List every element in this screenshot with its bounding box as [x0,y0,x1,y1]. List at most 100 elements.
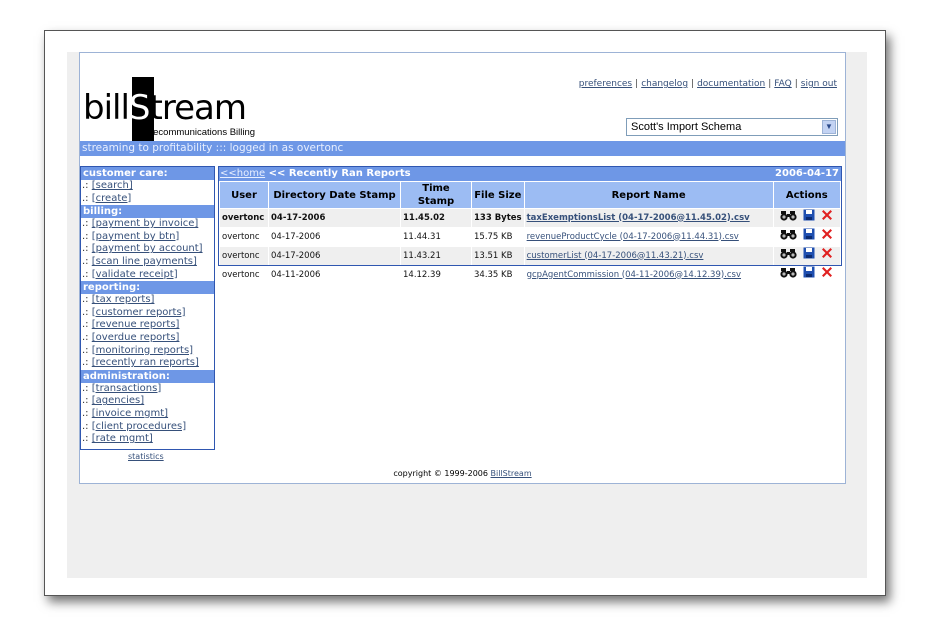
sidebar-item-prefix: .: [82,344,89,356]
faq-link[interactable]: FAQ [774,79,791,89]
column-header-time-stamp: Time Stamp [401,182,471,208]
logo-text-part: bill [83,88,130,128]
delete-icon[interactable] [821,247,833,265]
sidebar-link[interactable]: [customer reports] [92,307,186,318]
panel-header: <<home << Recently Ran Reports 2006-04-1… [219,167,841,181]
link-separator: | [635,79,639,89]
sidebar-item-prefix: .: [82,357,89,369]
preferences-link[interactable]: preferences [579,79,632,89]
cell-report-name: customerList (04-17-2006@11.43.21).csv [524,247,773,265]
sidebar-item-prefix: .: [82,433,89,445]
column-header-directory-date: Directory Date Stamp [269,182,400,208]
sidebar-item: .: [transactions] [81,383,214,396]
sidebar-link[interactable]: [payment by account] [92,243,203,254]
binoculars-icon[interactable] [780,247,797,265]
sidebar-link[interactable]: [overdue reports] [92,332,180,343]
delete-icon[interactable] [821,266,833,284]
cell-report-name: taxExemptionsList (04-17-2006@11.45.02).… [524,209,773,227]
schema-select[interactable]: Scott's Import Schema ▼ [626,118,838,136]
table-header-row: User Directory Date Stamp Time Stamp Fil… [220,182,840,208]
copyright-footer: copyright © 1999-2006 BillStream [80,469,845,478]
binoculars-icon[interactable] [780,228,797,246]
reports-table-body: overtonc 04-17-2006 11.45.02 133 Bytes taxEx… [220,209,840,284]
panel-date: 2006-04-17 [775,168,839,179]
link-separator: | [768,79,772,89]
sidebar-item-prefix: .: [82,294,89,306]
sidebar-item-prefix: .: [82,319,89,331]
changelog-link[interactable]: changelog [641,79,688,89]
logo-wordmark: billStream [83,88,247,128]
binoculars-icon[interactable] [780,209,797,227]
delete-icon[interactable] [821,209,833,227]
logo-text-s: S [128,88,151,128]
sidebar-item: .: [invoice mgmt] [81,408,214,421]
report-file-link[interactable]: customerList (04-17-2006@11.43.21).csv [527,251,704,261]
sidebar-link[interactable]: [search] [92,180,133,191]
sidebar-item: .: [revenue reports] [81,319,214,332]
table-row: overtonc 04-17-2006 11.43.21 13.51 KB custom… [220,247,840,265]
sidebar-item: .: [customer reports] [81,307,214,320]
column-header-file-size: File Size [472,182,524,208]
table-row: overtonc 04-17-2006 11.45.02 133 Bytes taxEx… [220,209,840,227]
sidebar-link[interactable]: [tax reports] [92,294,155,305]
save-icon[interactable] [803,266,815,284]
chevron-down-icon[interactable]: ▼ [822,120,836,134]
sidebar-link[interactable]: [scan line payments] [92,256,197,267]
sidebar-link[interactable]: [rate mgmt] [92,433,153,444]
billstream-link[interactable]: BillStream [491,469,532,478]
sign-out-link[interactable]: sign out [801,79,837,89]
link-separator: | [691,79,695,89]
reports-table: User Directory Date Stamp Time Stamp Fil… [219,181,841,285]
tagline-bar: streaming to profitability ::: logged in… [80,141,845,156]
cell-file-size: 34.35 KB [474,269,513,280]
save-icon[interactable] [803,247,815,265]
top-links: preferences | changelog | documentation | FAQ |… [579,79,837,89]
report-file-link[interactable]: revenueProductCycle (04-17-2006@11.44.31… [527,232,739,242]
sidebar-item: .: [agencies] [81,395,214,408]
sidebar-item-prefix: .: [82,243,89,255]
sidebar-item: .: [recently ran reports] [81,357,214,370]
sidebar-item-prefix: .: [82,268,89,280]
sidebar-link[interactable]: [payment by btn] [92,231,180,242]
sidebar-link[interactable]: [monitoring reports] [92,345,193,356]
sidebar-link[interactable]: [agencies] [92,395,144,406]
sidebar-section-title: billing: [81,205,214,219]
column-header-actions: Actions [773,182,840,208]
save-icon[interactable] [803,209,815,227]
sidebar-item-prefix: .: [82,180,89,191]
sidebar-link[interactable]: [revenue reports] [92,319,180,330]
cell-directory-date: 04-17-2006 [269,209,400,227]
cell-user: overtonc [222,231,260,242]
sidebar-item-prefix: .: [82,407,89,419]
sidebar-link[interactable]: [recently ran reports] [92,357,199,368]
sidebar-link[interactable]: [invoice mgmt] [92,408,168,419]
sidebar-item: .: [client procedures] [81,421,214,434]
cell-directory-date: 04-11-2006 [271,269,321,280]
logo-text-part: tream [149,88,247,128]
sidebar-link[interactable]: [payment by invoice] [92,218,199,229]
screenshot-frame: billStream Telecommunications Billing pr… [44,30,886,596]
sidebar-link[interactable]: [create] [92,193,132,204]
cell-directory-date: 04-17-2006 [271,231,321,242]
sidebar-link[interactable]: [transactions] [92,383,162,394]
sidebar-item: .: [scan line payments] [81,256,214,269]
report-file-link[interactable]: gcpAgentCommission (04-11-2006@14.12.39)… [527,270,741,280]
app-window: billStream Telecommunications Billing pr… [79,52,846,484]
cell-file-size: 13.51 KB [472,247,524,265]
delete-icon[interactable] [821,228,833,246]
save-icon[interactable] [803,228,815,246]
sidebar-link[interactable]: [validate receipt] [92,269,178,280]
cell-user: overtonc [220,209,268,227]
copyright-text: copyright © 1999-2006 [393,469,488,478]
cell-actions [774,266,840,284]
documentation-link[interactable]: documentation [697,79,765,89]
report-file-link[interactable]: taxExemptionsList (04-17-2006@11.45.02).… [527,213,750,223]
statistics-link[interactable]: statistics [128,452,164,461]
home-link[interactable]: <<home [220,168,265,179]
logo-subtitle: Telecommunications Billing [141,127,256,138]
schema-select-value: Scott's Import Schema [631,121,742,133]
binoculars-icon[interactable] [780,266,797,284]
sidebar-item-prefix: .: [82,255,89,267]
sidebar-link[interactable]: [client procedures] [92,421,186,432]
sidebar-item-prefix: .: [82,331,89,343]
